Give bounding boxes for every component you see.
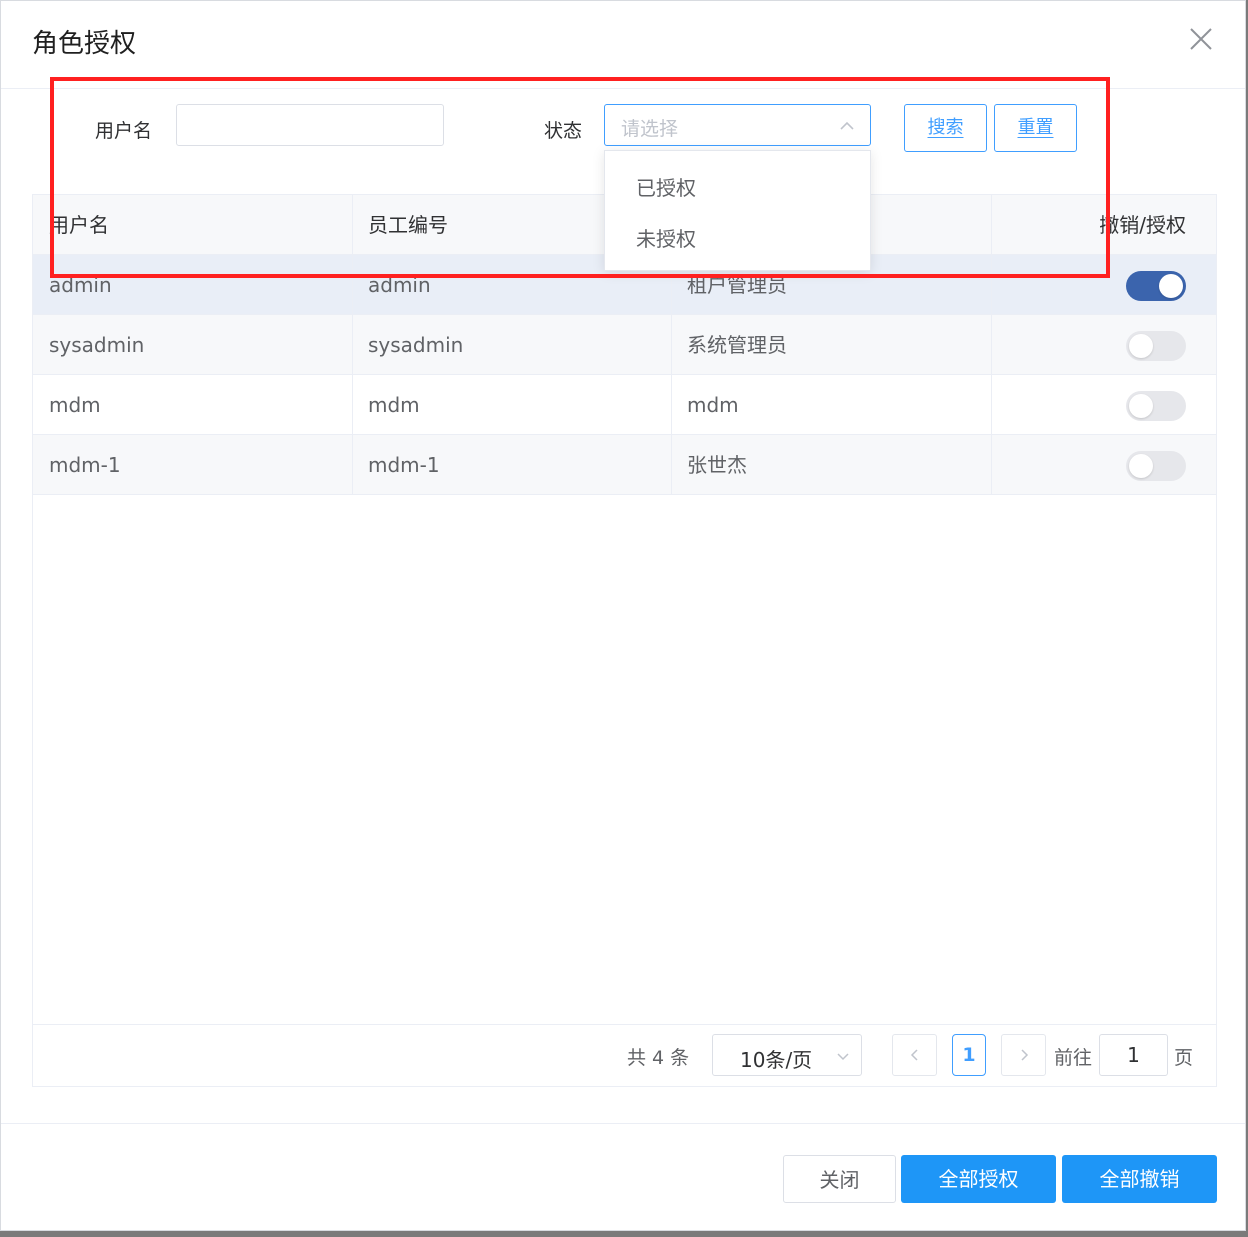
chevron-down-icon xyxy=(837,1053,849,1061)
dialog-title: 角色授权 xyxy=(32,29,137,59)
goto-label: 前往 xyxy=(1054,1047,1093,1069)
reset-button[interactable]: 重置 xyxy=(994,104,1077,152)
page-size-value: 10条/页 xyxy=(740,1048,813,1072)
column-header-employee-no: 员工编号 xyxy=(368,213,448,237)
role-authorization-dialog: 角色授权 用户名 状态 请选择 搜索 重置 已授权 未授权 用户名 员工编号 姓… xyxy=(0,0,1246,1231)
status-filter-label: 状态 xyxy=(544,120,583,142)
column-header-username: 用户名 xyxy=(49,213,109,237)
prev-page-button[interactable] xyxy=(892,1034,937,1076)
page-suffix-label: 页 xyxy=(1174,1047,1194,1069)
table-row[interactable]: mdm-1 mdm-1 张世杰 xyxy=(33,435,1216,495)
footer-divider xyxy=(1,1123,1245,1124)
username-filter-label: 用户名 xyxy=(95,120,153,142)
chevron-right-icon xyxy=(1021,1049,1029,1061)
status-dropdown: 已授权 未授权 xyxy=(604,150,871,271)
table-row[interactable]: sysadmin sysadmin 系统管理员 xyxy=(33,315,1216,375)
authorize-toggle[interactable] xyxy=(1126,331,1186,361)
cell-username: sysadmin xyxy=(49,333,145,357)
users-table: 用户名 员工编号 姓名 撤销/授权 admin admin 租户管理员 sysa… xyxy=(32,194,1217,1087)
cell-employee-no: sysadmin xyxy=(368,333,464,357)
authorize-all-button[interactable]: 全部授权 xyxy=(901,1155,1056,1203)
cell-username: mdm-1 xyxy=(49,453,121,477)
cell-employee-no: mdm xyxy=(368,393,420,417)
cell-employee-no: admin xyxy=(368,273,431,297)
goto-page-input[interactable]: 1 xyxy=(1099,1034,1168,1076)
status-option-unauthorized[interactable]: 未授权 xyxy=(605,214,870,265)
close-button[interactable]: 关闭 xyxy=(783,1155,896,1203)
next-page-button[interactable] xyxy=(1001,1034,1046,1076)
status-select-placeholder: 请选择 xyxy=(621,118,679,140)
chevron-left-icon xyxy=(910,1049,918,1061)
cell-name: 张世杰 xyxy=(687,453,747,477)
close-icon[interactable] xyxy=(1187,25,1215,53)
revoke-all-button[interactable]: 全部撤销 xyxy=(1062,1155,1217,1203)
cell-employee-no: mdm-1 xyxy=(368,453,440,477)
cell-username: mdm xyxy=(49,393,101,417)
authorize-toggle[interactable] xyxy=(1126,391,1186,421)
cell-name: mdm xyxy=(687,393,739,417)
table-row[interactable]: mdm mdm mdm xyxy=(33,375,1216,435)
dialog-header: 角色授权 xyxy=(1,1,1245,89)
status-select[interactable]: 请选择 xyxy=(604,104,871,146)
chevron-up-icon xyxy=(838,117,856,135)
authorize-toggle[interactable] xyxy=(1126,271,1186,301)
username-input[interactable] xyxy=(176,104,444,146)
search-button[interactable]: 搜索 xyxy=(904,104,987,152)
cell-username: admin xyxy=(49,273,112,297)
pagination: 共 4 条 10条/页 1 前往 1 页 xyxy=(33,1024,1216,1086)
cell-name: 系统管理员 xyxy=(687,333,787,357)
page-number-current[interactable]: 1 xyxy=(952,1034,986,1076)
page-size-select[interactable]: 10条/页 xyxy=(712,1034,862,1076)
pagination-total: 共 4 条 xyxy=(627,1047,690,1069)
column-header-toggle: 撤销/授权 xyxy=(1099,213,1186,237)
status-option-authorized[interactable]: 已授权 xyxy=(605,163,870,214)
authorize-toggle[interactable] xyxy=(1126,451,1186,481)
